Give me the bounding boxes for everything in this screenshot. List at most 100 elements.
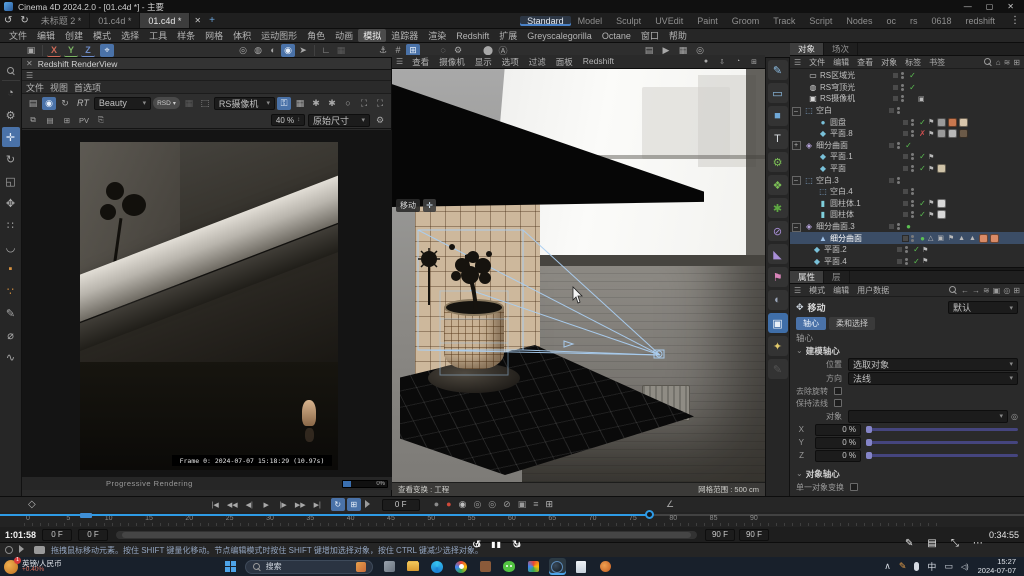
- menu-item[interactable]: 帮助: [664, 29, 692, 42]
- camera-lock-icon[interactable]: ⚿: [277, 97, 291, 110]
- layer-swatch[interactable]: [902, 211, 909, 218]
- object-tree-row[interactable]: ◆ 平面 ✓ ⚑: [790, 163, 1024, 175]
- material-tag-chip[interactable]: [959, 129, 968, 138]
- record-toggle-icon[interactable]: ●: [446, 499, 451, 510]
- layout-tab[interactable]: redshift: [958, 16, 1002, 26]
- transport-button[interactable]: ▶: [259, 498, 274, 511]
- viewport-menu-item[interactable]: 查看: [407, 56, 434, 68]
- close-tab-icon[interactable]: ✕: [190, 16, 205, 25]
- forward-30-icon[interactable]: ↻30: [512, 538, 521, 551]
- manager-tab[interactable]: 场次: [824, 43, 858, 55]
- tag-icons[interactable]: △ ▣ ⚑ ▲ ▲: [928, 234, 977, 242]
- tag-icons[interactable]: ⚑: [928, 165, 935, 173]
- overlay-more-icon[interactable]: ⋯: [973, 538, 983, 549]
- layer-swatch[interactable]: [892, 95, 899, 102]
- taskbar-capcut-icon[interactable]: [597, 558, 614, 575]
- layout-tab[interactable]: 0618: [924, 16, 958, 26]
- menu-item[interactable]: 创建: [60, 29, 88, 42]
- record-toggle-icon[interactable]: ≡: [533, 499, 538, 510]
- record-toggle-icon[interactable]: ⊞: [545, 499, 553, 510]
- tool-icon[interactable]: ◡: [2, 237, 20, 257]
- snap-icon[interactable]: ◎: [236, 44, 250, 57]
- expand-toggle-icon[interactable]: –: [792, 176, 801, 185]
- z-value-field[interactable]: 0 %: [815, 450, 861, 462]
- enabled-state-icon[interactable]: ✓: [907, 71, 918, 80]
- taskbar-wechat-icon[interactable]: [501, 558, 518, 575]
- visibility-dots[interactable]: [911, 211, 914, 218]
- palette-object-icon[interactable]: ▭: [768, 83, 788, 103]
- layer-swatch[interactable]: [902, 188, 909, 195]
- om-burger-icon[interactable]: ☰: [794, 58, 801, 67]
- taskbar-search-box[interactable]: 搜索: [245, 560, 373, 574]
- enabled-state-icon[interactable]: ✓: [907, 83, 918, 92]
- picture-in-picture-icon[interactable]: ▤: [927, 538, 936, 549]
- viewport-menu-item[interactable]: Redshift: [578, 56, 619, 68]
- transport-button[interactable]: |◀: [208, 498, 223, 511]
- layout-tab[interactable]: Nodes: [839, 16, 879, 26]
- renderview-menu-item[interactable]: 首选项: [74, 81, 107, 94]
- menu-item[interactable]: Octane: [597, 31, 636, 41]
- layer-swatch[interactable]: [896, 258, 903, 265]
- snapshot-tool-icon[interactable]: ▤: [43, 114, 57, 127]
- new-tab-icon[interactable]: +: [205, 15, 219, 26]
- visibility-dots[interactable]: [901, 84, 904, 91]
- object-tree-row[interactable]: ◆ 平面.2 ✓ ⚑: [790, 244, 1024, 256]
- record-toggle-icon[interactable]: ⊘: [503, 499, 511, 510]
- snapshot-tool-icon[interactable]: PV: [77, 114, 91, 127]
- visibility-dots[interactable]: [905, 246, 908, 253]
- palette-object-icon[interactable]: ⚑: [768, 267, 788, 287]
- aov-dropdown[interactable]: Beauty▾: [94, 97, 151, 110]
- axis-lock-button[interactable]: Y: [64, 44, 78, 57]
- object-tree-row[interactable]: – ◈ 细分曲面.3 ●: [790, 221, 1024, 233]
- object-tree-row[interactable]: ◆ 平面.1 ✓ ⚑: [790, 151, 1024, 163]
- renderview-snapshot-icon[interactable]: ⛶: [357, 97, 371, 110]
- enabled-state-icon[interactable]: ✓: [917, 152, 928, 161]
- attr-subtab[interactable]: 柔和选择: [829, 317, 875, 330]
- material-tag-chip[interactable]: [948, 129, 957, 138]
- material-tag-chip[interactable]: [959, 118, 968, 127]
- visibility-dots[interactable]: [901, 95, 904, 102]
- material-tag-chip[interactable]: [937, 118, 946, 127]
- expand-toggle-icon[interactable]: –: [792, 223, 801, 232]
- layer-swatch[interactable]: [888, 177, 895, 184]
- viewport-menu-item[interactable]: 选项: [497, 56, 524, 68]
- tool-icon[interactable]: ✥: [2, 193, 20, 213]
- menu-item[interactable]: 样条: [172, 29, 200, 42]
- menu-item[interactable]: 运动图形: [256, 29, 302, 42]
- object-tree-row[interactable]: ⬚ 空白.4: [790, 186, 1024, 198]
- layout-tab[interactable]: Groom: [725, 16, 767, 26]
- attr-menu-item[interactable]: 模式: [805, 285, 829, 296]
- viewport-menu-item[interactable]: 摄像机: [434, 56, 470, 68]
- visibility-dots[interactable]: [911, 165, 914, 172]
- visibility-dots[interactable]: [911, 153, 914, 160]
- palette-object-icon[interactable]: ◐: [768, 290, 788, 310]
- document-tab[interactable]: 01.c4d *: [90, 13, 140, 28]
- snap-icon[interactable]: ◍: [251, 44, 265, 57]
- rt-toggle[interactable]: RT: [74, 98, 92, 108]
- layer-swatch[interactable]: [888, 142, 895, 149]
- menu-item[interactable]: 扩展: [494, 29, 522, 42]
- tray-language-indicator[interactable]: 中: [927, 560, 936, 573]
- object-tree-row[interactable]: – ⬚ 空白: [790, 105, 1024, 117]
- attr-burger-icon[interactable]: ☰: [794, 286, 801, 295]
- menu-item[interactable]: 工具: [144, 29, 172, 42]
- discard-rotation-checkbox[interactable]: [834, 387, 842, 395]
- om-menu-item[interactable]: 查看: [853, 57, 877, 68]
- taskbar-photos-icon[interactable]: [525, 558, 542, 575]
- tag-icons[interactable]: ⚑: [928, 211, 935, 219]
- preview-end-field[interactable]: 90 F: [705, 529, 735, 541]
- enabled-state-icon[interactable]: ✓: [917, 164, 928, 173]
- material-tag-chip[interactable]: [948, 118, 957, 127]
- attributes-tab[interactable]: 属性: [790, 271, 824, 283]
- layout-tab[interactable]: Script: [802, 16, 839, 26]
- object-tree-row[interactable]: ▮ 圆柱体.1 ✓ ⚑: [790, 198, 1024, 210]
- tag-icons[interactable]: ⚑: [928, 153, 935, 161]
- tag-icons[interactable]: ⚑: [928, 130, 935, 138]
- single-object-checkbox[interactable]: [850, 483, 858, 491]
- layer-swatch[interactable]: [902, 119, 909, 126]
- expand-toggle-icon[interactable]: +: [792, 141, 801, 150]
- enabled-state-icon[interactable]: ✓: [917, 210, 928, 219]
- object-tree-row[interactable]: ▭ RS区域光 ✓: [790, 70, 1024, 82]
- expand-toggle-icon[interactable]: –: [792, 107, 801, 116]
- search-tool-icon[interactable]: [2, 61, 20, 81]
